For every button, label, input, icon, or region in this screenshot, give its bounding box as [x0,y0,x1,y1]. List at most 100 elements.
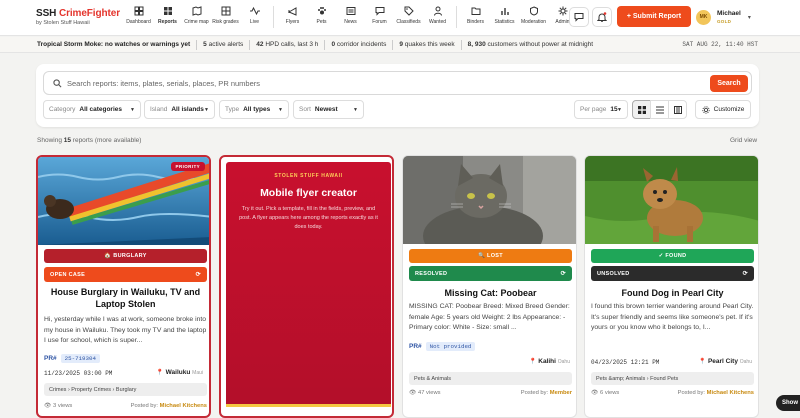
nav-dashboard[interactable]: Dashboard [124,6,153,28]
grid-view-button[interactable] [632,100,651,119]
pr-label: PR# [44,355,57,362]
pr-number: PR# Not provided [409,342,476,351]
pin-icon: 📍 [156,370,164,376]
select-label: Island [150,106,168,113]
nav-pets[interactable]: Pets [307,6,336,28]
report-excerpt: MISSING CAT: Poobear Breed: Mixed Breed … [409,303,570,331]
flyer-icon [287,7,296,16]
search-input[interactable]: Search reports: items, plates, serials, … [43,71,752,95]
chevron-down-icon: ▼ [278,106,283,113]
chat-icon [574,13,584,22]
customize-button[interactable]: Customize [695,100,751,119]
quakes[interactable]: 9 quakes this week [399,41,454,48]
corridor-label: corridor incidents [335,41,387,48]
flyer-title: Mobile flyer creator [260,187,357,199]
category-badge: ✓ FOUND [591,249,754,263]
map-icon [192,6,201,16]
storm-alert[interactable]: Tropical Storm Moke: no watches or warni… [37,41,190,48]
category-breadcrumb[interactable]: Pets &amp; Animals › Found Pets [591,372,754,385]
flyer-promo[interactable]: STOLEN STUFF HAWAII Mobile flyer creator… [226,162,391,407]
report-date: 11/23/2025 03:00 PM [44,370,113,377]
view-count: 👁 6 views [591,390,620,396]
grid-icon [637,105,646,114]
report-title[interactable]: Found Dog in Pearl City [591,287,754,299]
submit-report-button[interactable]: + Submit Report [617,6,691,27]
results-number: 15 [63,137,71,144]
nav-moderation[interactable]: Moderation [519,6,548,28]
category-badge: 🏠 BURGLARY [44,249,207,263]
per-page-select[interactable]: Per page 15 ▼ [574,100,628,119]
nav-flyers[interactable]: Flyers [278,6,307,28]
nav-statistics[interactable]: Statistics [490,6,519,28]
chart-icon [500,8,509,15]
island-select[interactable]: Island All islands ▼ [144,100,215,119]
report-photo[interactable] [403,156,576,244]
category-breadcrumb[interactable]: Crimes › Property Crimes › Burglary [44,383,207,396]
nav-crime-map[interactable]: Crime map [182,6,211,28]
island-name: Oahu [739,359,752,365]
flyer-promo-card[interactable]: STOLEN STUFF HAWAII Mobile flyer creator… [219,155,394,418]
refresh-icon: ⟳ [560,271,566,277]
report-title[interactable]: House Burglary in Wailuku, TV and Laptop… [44,286,207,310]
chevron-down-icon: ▼ [617,106,622,113]
nav-reports[interactable]: Reports [153,6,182,28]
report-card[interactable]: PRIORITY 🏠 BURGLARY OPEN CASE ⟳ House Bur… [36,155,211,418]
customize-label: Customize [713,106,745,113]
report-title[interactable]: Missing Cat: Poobear [409,287,572,299]
nav-label: Forum [372,19,387,25]
nav-live[interactable]: Live [240,6,269,28]
type-select[interactable]: Type All types ▼ [219,100,289,119]
nav-label: News [344,19,357,25]
author-link[interactable]: Member [550,390,572,396]
report-photo[interactable] [585,156,758,244]
location-name: Kalihi [538,358,556,365]
nav-label: Dashboard [126,19,151,25]
report-location[interactable]: 📍 Kalihi Oahu [529,358,570,365]
power-outage[interactable]: 8, 930 customers without power at midnig… [468,41,593,48]
report-location[interactable]: 📍 Pearl City Oahu [699,358,752,365]
search-button[interactable]: Search [710,75,748,92]
results-suffix: reports (more available) [70,137,142,144]
report-card[interactable]: ✓ FOUND UNSOLVED ⟳ Found Dog in Pearl Cit… [584,155,759,418]
corridor-incidents[interactable]: 0 corridor incidents [331,41,386,48]
posted-by: Posted by: Member [521,390,572,396]
author-link[interactable]: Michael Kitchens [707,390,754,396]
nav-label: Reports [158,19,177,25]
user-menu[interactable]: MK Michael GOLD ▾ [696,6,760,28]
divider [324,39,326,50]
table-view-button[interactable] [668,100,687,119]
messages-button[interactable] [569,7,589,27]
brand-logo[interactable]: SSH CrimeFighter by Stolen Stuff Hawaii [36,8,120,26]
nav-classifieds[interactable]: Classifieds [394,6,423,28]
report-excerpt: Hi, yesterday while I was at work, someo… [44,316,207,344]
category-breadcrumb[interactable]: Pets & Animals [409,372,572,385]
author-link[interactable]: Michael Kitchens [160,403,207,409]
results-count: Showing 15 reports (more available) [37,137,141,144]
notifications-button[interactable] [592,7,612,27]
priority-badge: PRIORITY [170,162,205,171]
divider [249,39,251,50]
posted-by: Posted by: Michael Kitchens [678,390,754,396]
nav-news[interactable]: News [336,6,365,28]
show-me-tab[interactable]: Show [776,395,800,411]
active-alerts-label: active alerts [206,41,244,48]
nav-wanted[interactable]: Wanted [423,6,452,28]
nav-binders[interactable]: Binders [461,6,490,28]
card-footer: 👁 6 views Posted by: Michael Kitchens [591,390,754,396]
status-label: UNSOLVED [597,270,630,277]
gear-icon [702,105,710,114]
report-card[interactable]: 🔍 LOST RESOLVED ⟳ Missing Cat: Poobear MI… [402,155,577,418]
hpd-label: HPD calls, last 3 h [263,41,319,48]
select-label: Category [49,106,76,113]
nav-forum[interactable]: Forum [365,6,394,28]
quakes-label: quakes this week [403,41,455,48]
hpd-calls[interactable]: 42 HPD calls, last 3 h [256,41,318,48]
card-footer: 👁 47 views Posted by: Member [409,390,572,396]
report-location[interactable]: 📍 Wailuku Maui [156,369,203,376]
category-select[interactable]: Category All categories ▼ [43,100,141,119]
active-alerts[interactable]: 5 active alerts [203,41,243,48]
list-view-button[interactable] [650,100,669,119]
sort-select[interactable]: Sort Newest ▼ [293,100,364,119]
nav-risk-grades[interactable]: Risk grades [211,6,240,28]
nav-label: Crime map [184,19,209,25]
